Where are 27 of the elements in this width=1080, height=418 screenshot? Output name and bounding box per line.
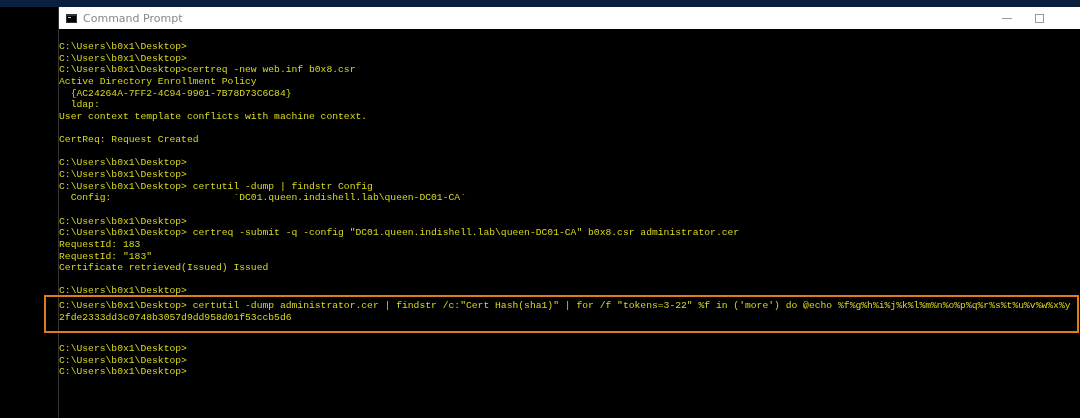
console-line: RequestId: 183 — [59, 238, 141, 251]
console-line: 2fde2333dd3c0748b3057d9dd958d01f53ccb5d6 — [59, 311, 292, 324]
console-line: C:\Users\b0x1\Desktop> — [59, 366, 187, 378]
console-line: C:\Users\b0x1\Desktop>certreq -new web.inf b0x8.csr — [59, 64, 356, 76]
console-line: {AC24264A-7FF2-4C94-9901-7B78D73C6C84} — [69, 87, 292, 100]
console-line: C:\Users\b0x1\Desktop> certutil -dump | findstr Config — [59, 180, 373, 193]
console-line: CertReq: Request Created — [59, 134, 199, 146]
console-line: C:\Users\b0x1\Desktop> certutil -dump administrator.cer | findstr /c:"Cert Hash(sha1)" | for /f "tokens=3-22" %f in ('more') do @echo %f%g%h%i%j%k%l%m%n%o%p%q%r%s%t%u%v%w%x%y — [59, 300, 1071, 312]
console-line: RequestId: "183" — [59, 250, 152, 263]
console-line: Active Directory Enrollment Policy — [59, 75, 257, 88]
console-line: C:\Users\b0x1\Desktop> — [59, 157, 187, 170]
console-icon — [66, 13, 77, 23]
maximize-icon — [1035, 13, 1044, 23]
console-line: C:\Users\b0x1\Desktop> — [59, 343, 187, 355]
minimize-icon — [1001, 17, 1012, 19]
console-line: C:\Users\b0x1\Desktop> — [59, 52, 187, 65]
console-line: C:\Users\b0x1\Desktop> — [59, 354, 187, 367]
console-line: Certificate retrieved(Issued) Issued — [59, 262, 269, 274]
window-title: Command Prompt — [83, 11, 184, 25]
console-line: C:\Users\b0x1\Desktop> — [59, 41, 187, 53]
console-line: Config: `DC01.queen.indishell.lab\queen-DC01-CA` — [69, 192, 466, 204]
console-line: User context template conflicts with machine context. — [59, 110, 368, 123]
console-line: C:\Users\b0x1\Desktop> — [59, 285, 187, 298]
console-line: C:\Users\b0x1\Desktop> — [59, 169, 187, 181]
console-line: C:\Users\b0x1\Desktop> — [59, 215, 187, 228]
console-line: ldap: — [69, 99, 100, 111]
console-line: C:\Users\b0x1\Desktop> certreq -submit -q -config "DC01.queen.indishell.lab\queen-DC01-CA" b0x8.csr administrator.cer — [59, 227, 740, 239]
